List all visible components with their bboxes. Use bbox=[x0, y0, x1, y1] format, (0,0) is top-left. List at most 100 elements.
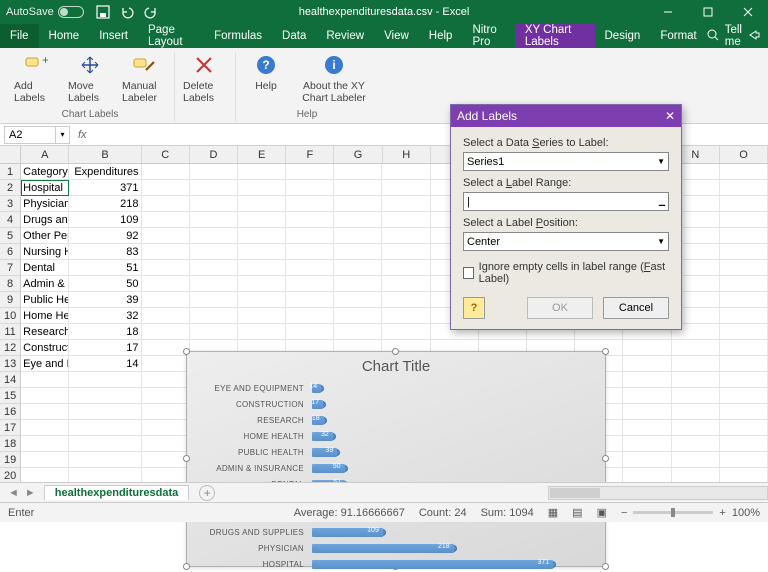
cell[interactable] bbox=[190, 292, 238, 308]
cell[interactable]: Category bbox=[21, 164, 69, 180]
row-header[interactable]: 15 bbox=[0, 388, 21, 404]
save-icon[interactable] bbox=[96, 5, 110, 19]
chart-bar[interactable]: ADMIN & INSURANCE50 bbox=[187, 461, 605, 476]
cell[interactable] bbox=[142, 468, 190, 482]
cell[interactable] bbox=[720, 196, 768, 212]
ok-button[interactable]: OK bbox=[527, 297, 593, 319]
cell[interactable]: Physician bbox=[21, 196, 69, 212]
cell[interactable] bbox=[142, 404, 190, 420]
zoom-slider[interactable] bbox=[633, 511, 713, 514]
cell[interactable] bbox=[720, 228, 768, 244]
window-minimize-icon[interactable] bbox=[648, 0, 688, 24]
cell[interactable] bbox=[623, 420, 671, 436]
fx-icon[interactable]: fx bbox=[78, 129, 87, 141]
cell[interactable] bbox=[720, 420, 768, 436]
cell[interactable]: Research bbox=[21, 324, 69, 340]
row-header[interactable]: 3 bbox=[0, 196, 21, 212]
cell[interactable] bbox=[334, 164, 382, 180]
cell[interactable] bbox=[720, 244, 768, 260]
cell[interactable] bbox=[382, 180, 430, 196]
cell[interactable] bbox=[286, 292, 334, 308]
cell[interactable] bbox=[382, 212, 430, 228]
cell[interactable] bbox=[142, 420, 190, 436]
cell[interactable] bbox=[623, 340, 671, 356]
redo-icon[interactable] bbox=[144, 5, 158, 19]
cell[interactable]: 50 bbox=[69, 276, 141, 292]
tab-nitro-pro[interactable]: Nitro Pro bbox=[462, 24, 514, 48]
cell[interactable]: Other Per bbox=[21, 228, 69, 244]
cell[interactable] bbox=[238, 180, 286, 196]
cell[interactable] bbox=[334, 228, 382, 244]
cell[interactable] bbox=[286, 308, 334, 324]
row-header[interactable]: 6 bbox=[0, 244, 21, 260]
help-button[interactable]: ?Help bbox=[244, 52, 288, 104]
cell[interactable] bbox=[334, 180, 382, 196]
cell[interactable] bbox=[382, 292, 430, 308]
chart-bar[interactable]: HOME HEALTH32 bbox=[187, 429, 605, 444]
view-page-break-icon[interactable]: ▣ bbox=[597, 506, 607, 519]
cell[interactable] bbox=[623, 388, 671, 404]
tell-me[interactable]: Tell me bbox=[725, 24, 742, 48]
cell[interactable] bbox=[720, 180, 768, 196]
cell[interactable] bbox=[720, 340, 768, 356]
cell[interactable] bbox=[720, 260, 768, 276]
tab-review[interactable]: Review bbox=[316, 24, 374, 48]
cell[interactable] bbox=[286, 260, 334, 276]
cell[interactable] bbox=[382, 276, 430, 292]
tab-insert[interactable]: Insert bbox=[89, 24, 138, 48]
share-icon[interactable] bbox=[748, 29, 760, 44]
cell[interactable] bbox=[238, 228, 286, 244]
row-header[interactable]: 1 bbox=[0, 164, 21, 180]
cell[interactable] bbox=[238, 212, 286, 228]
cell[interactable] bbox=[334, 244, 382, 260]
cell[interactable] bbox=[720, 212, 768, 228]
cell[interactable] bbox=[720, 436, 768, 452]
cell[interactable] bbox=[142, 292, 190, 308]
cell[interactable]: 51 bbox=[69, 260, 141, 276]
chart-bar[interactable]: PHYSICIAN218 bbox=[187, 541, 605, 556]
cell[interactable] bbox=[672, 356, 720, 372]
cell[interactable] bbox=[334, 292, 382, 308]
manual-labeler-button[interactable]: Manual Labeler bbox=[122, 52, 166, 104]
cell[interactable] bbox=[382, 260, 430, 276]
cell[interactable] bbox=[720, 356, 768, 372]
chart-bar[interactable]: EYE AND EQUIPMENT14 bbox=[187, 381, 605, 396]
zoom-level[interactable]: 100% bbox=[732, 507, 760, 519]
cell[interactable]: 18 bbox=[69, 324, 141, 340]
cell[interactable] bbox=[21, 388, 69, 404]
row-header[interactable]: 18 bbox=[0, 436, 21, 452]
cell[interactable] bbox=[720, 388, 768, 404]
cell[interactable] bbox=[623, 372, 671, 388]
cell[interactable] bbox=[142, 164, 190, 180]
cell[interactable]: 83 bbox=[69, 244, 141, 260]
cell[interactable] bbox=[21, 420, 69, 436]
cell[interactable] bbox=[334, 260, 382, 276]
window-close-icon[interactable] bbox=[728, 0, 768, 24]
dialog-close-icon[interactable]: ✕ bbox=[665, 109, 675, 123]
cell[interactable] bbox=[142, 212, 190, 228]
cell[interactable]: Home Hea bbox=[21, 308, 69, 324]
cell[interactable]: Admin & I bbox=[21, 276, 69, 292]
row-header[interactable]: 14 bbox=[0, 372, 21, 388]
chart-object[interactable]: Chart Title EYE AND EQUIPMENT14CONSTRUCT… bbox=[186, 351, 606, 567]
zoom-out-button[interactable]: − bbox=[621, 507, 627, 519]
cell[interactable] bbox=[334, 308, 382, 324]
row-header[interactable]: 8 bbox=[0, 276, 21, 292]
cell[interactable] bbox=[672, 340, 720, 356]
cell[interactable] bbox=[672, 452, 720, 468]
cell[interactable] bbox=[672, 436, 720, 452]
row-header[interactable]: 13 bbox=[0, 356, 21, 372]
cell[interactable] bbox=[286, 164, 334, 180]
cell[interactable] bbox=[21, 404, 69, 420]
add-labels-button[interactable]: +Add Labels bbox=[14, 52, 58, 104]
cell[interactable] bbox=[382, 228, 430, 244]
row-header[interactable]: 9 bbox=[0, 292, 21, 308]
cell[interactable]: 32 bbox=[69, 308, 141, 324]
chart-title[interactable]: Chart Title bbox=[187, 358, 605, 375]
tab-design[interactable]: Design bbox=[595, 24, 651, 48]
tab-page-layout[interactable]: Page Layout bbox=[138, 24, 204, 48]
tab-help[interactable]: Help bbox=[419, 24, 463, 48]
cell[interactable] bbox=[190, 244, 238, 260]
name-box[interactable] bbox=[4, 126, 56, 144]
cell[interactable] bbox=[190, 196, 238, 212]
